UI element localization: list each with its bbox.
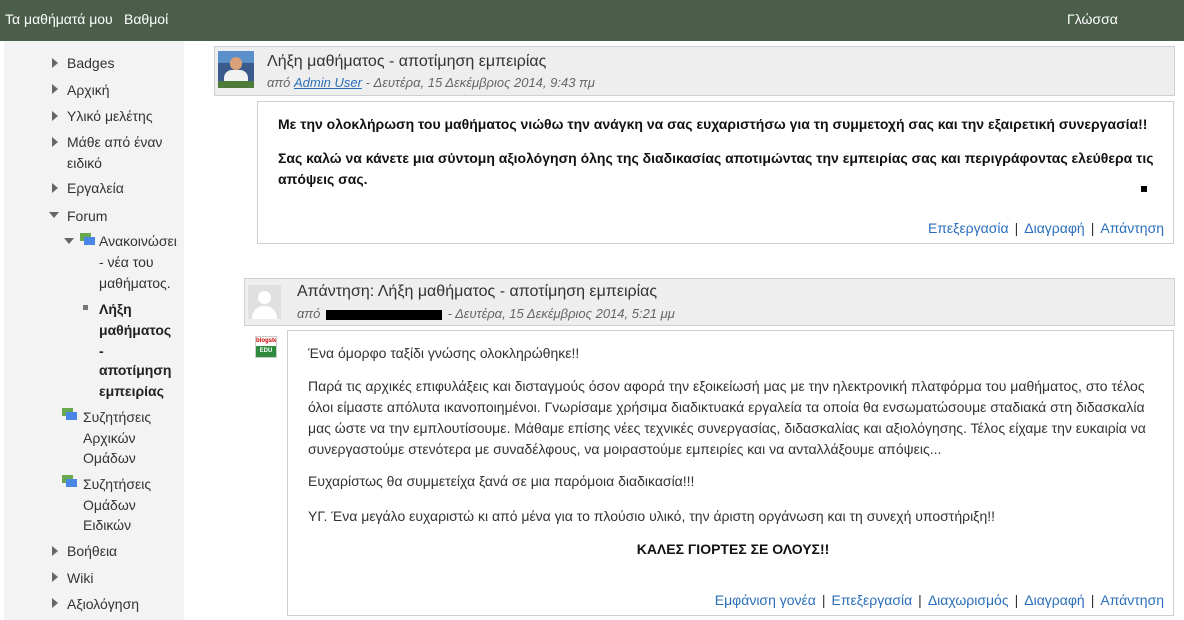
sidebar-item-special-groups-line2[interactable]: Ομάδων (83, 495, 136, 516)
post-header: Λήξη μαθήματος - αποτίμηση εμπειρίας από… (214, 46, 1175, 96)
bullet-icon (83, 305, 88, 310)
post-byline: από Admin User - Δευτέρα, 15 Δεκέμβριος … (267, 75, 595, 90)
expand-arrow-icon[interactable] (52, 572, 58, 582)
sidebar-item-current-line4[interactable]: αποτίμηση (99, 360, 171, 381)
sidebar-item-material[interactable]: Υλικό μελέτης (67, 106, 153, 127)
sidebar-item-announcements-line2[interactable]: - νέα του (99, 252, 154, 273)
redacted-author (325, 309, 442, 320)
split-link[interactable]: Διαχωρισμός (928, 592, 1009, 608)
forum-icon (62, 475, 77, 487)
sidebar-item-home[interactable]: Αρχική (67, 80, 110, 101)
post-paragraph: Με την ολοκλήρωση του μαθήματος νιώθω τη… (278, 116, 1148, 132)
avatar[interactable] (248, 285, 281, 319)
post-paragraph: Παρά τις αρχικές επιφυλάξεις και δισταγμ… (308, 378, 1146, 457)
post-paragraph: Ένα όμορφο ταξίδι γνώσης ολοκληρώθηκε!! (308, 345, 580, 361)
sidebar-item-help[interactable]: Βοήθεια (67, 541, 117, 562)
author-link[interactable]: Admin User (294, 75, 362, 90)
forum-icon (62, 408, 77, 420)
post-commands: Εμφάνιση γονέα | Επεξεργασία | Διαχωρισμός | Δ… (287, 584, 1174, 616)
post-commands: Επεξεργασία | Διαγραφή | Απάντηση (257, 212, 1174, 244)
reply-link[interactable]: Απάντηση (1100, 220, 1164, 236)
nav-my-courses[interactable]: Τα μαθήματά μου (5, 11, 113, 27)
sidebar-item-expert[interactable]: Μάθε από έναν (67, 132, 162, 153)
post-paragraph: Σας καλώ να κάνετε μια σύντομη αξιολόγησ… (278, 150, 1154, 187)
expand-arrow-icon[interactable] (52, 183, 58, 193)
edit-link[interactable]: Επεξεργασία (928, 220, 1009, 236)
expand-arrow-icon[interactable] (52, 598, 58, 608)
post-byline: από - Δευτέρα, 15 Δεκέμβριος 2014, 5:21 … (297, 306, 675, 321)
sidebar-item-current[interactable]: Λήξη (99, 299, 132, 320)
forum-icon (80, 233, 95, 245)
collapse-arrow-icon[interactable] (49, 212, 59, 218)
expand-arrow-icon[interactable] (52, 58, 58, 68)
sidebar-item-initial-groups-line2[interactable]: Αρχικών (83, 428, 136, 449)
expand-arrow-icon[interactable] (52, 84, 58, 94)
edit-link[interactable]: Επεξεργασία (832, 592, 913, 608)
post-date: - Δευτέρα, 15 Δεκέμβριος 2014, 9:43 πμ (365, 75, 595, 90)
course-navigation-sidebar: Badges Αρχική Υλικό μελέτης Μάθε από ένα… (4, 41, 184, 620)
sidebar-item-initial-groups-line3[interactable]: Ομάδων (83, 448, 136, 469)
post-title: Απάντηση: Λήξη μαθήματος - αποτίμηση εμπ… (297, 283, 658, 300)
delete-link[interactable]: Διαγραφή (1024, 220, 1084, 236)
square-marker (1141, 186, 1147, 192)
sidebar-item-special-groups-line3[interactable]: Ειδικών (83, 515, 131, 536)
group-logo: blogste EDU (255, 336, 277, 358)
sidebar-item-current-line2[interactable]: μαθήματος (99, 320, 171, 341)
sidebar-item-badges[interactable]: Badges (67, 53, 114, 74)
byline-prefix: από (267, 75, 291, 90)
expand-arrow-icon[interactable] (52, 546, 58, 556)
sidebar-item-announcements-line3[interactable]: μαθήματος. (99, 273, 171, 294)
sidebar-item-wiki[interactable]: Wiki (67, 568, 93, 589)
sidebar-item-forum[interactable]: Forum (67, 206, 107, 227)
delete-link[interactable]: Διαγραφή (1024, 592, 1084, 608)
nav-language[interactable]: Γλώσσα (1067, 11, 1118, 27)
post-date: - Δευτέρα, 15 Δεκέμβριος 2014, 5:21 μμ (447, 306, 675, 321)
post-paragraph: Ευχαρίστως θα συμμετείχα ξανά σε μια παρ… (308, 473, 695, 489)
post-content: Με την ολοκλήρωση του μαθήματος νιώθω τη… (257, 101, 1174, 213)
byline-prefix: από (297, 306, 321, 321)
sidebar-item-tools[interactable]: Εργαλεία (67, 178, 124, 199)
sidebar-item-evaluation[interactable]: Αξιολόγηση (67, 594, 139, 615)
show-parent-link[interactable]: Εμφάνιση γονέα (715, 592, 816, 608)
expand-arrow-icon[interactable] (52, 111, 58, 121)
post-content: Ένα όμορφο ταξίδι γνώσης ολοκληρώθηκε!! … (287, 330, 1174, 585)
post-title: Λήξη μαθήματος - αποτίμηση εμπειρίας (267, 53, 547, 70)
collapse-arrow-icon[interactable] (64, 238, 74, 244)
nav-grades[interactable]: Βαθμοί (124, 11, 168, 27)
post-paragraph: ΥΓ. Ένα μεγάλο ευχαριστώ κι από μένα για… (308, 508, 996, 524)
expand-arrow-icon[interactable] (52, 137, 58, 147)
post-header: Απάντηση: Λήξη μαθήματος - αποτίμηση εμπ… (244, 278, 1175, 326)
sidebar-item-special-groups[interactable]: Συζητήσεις (83, 474, 151, 495)
avatar[interactable] (218, 51, 254, 88)
sidebar-item-current-line3[interactable]: - (99, 341, 104, 362)
sidebar-item-current-line5[interactable]: εμπειρίας (99, 381, 164, 402)
post-paragraph: ΚΑΛΕΣ ΓΙΟΡΤΕΣ ΣΕ ΟΛΟΥΣ!! (636, 541, 830, 557)
sidebar-item-expert-line2[interactable]: ειδικό (67, 153, 102, 174)
top-navbar: Τα μαθήματά μου Βαθμοί Γλώσσα (0, 0, 1184, 41)
sidebar-item-announcements[interactable]: Ανακοινώσει (99, 231, 177, 252)
sidebar-item-initial-groups[interactable]: Συζητήσεις (83, 407, 151, 428)
reply-link[interactable]: Απάντηση (1100, 592, 1164, 608)
